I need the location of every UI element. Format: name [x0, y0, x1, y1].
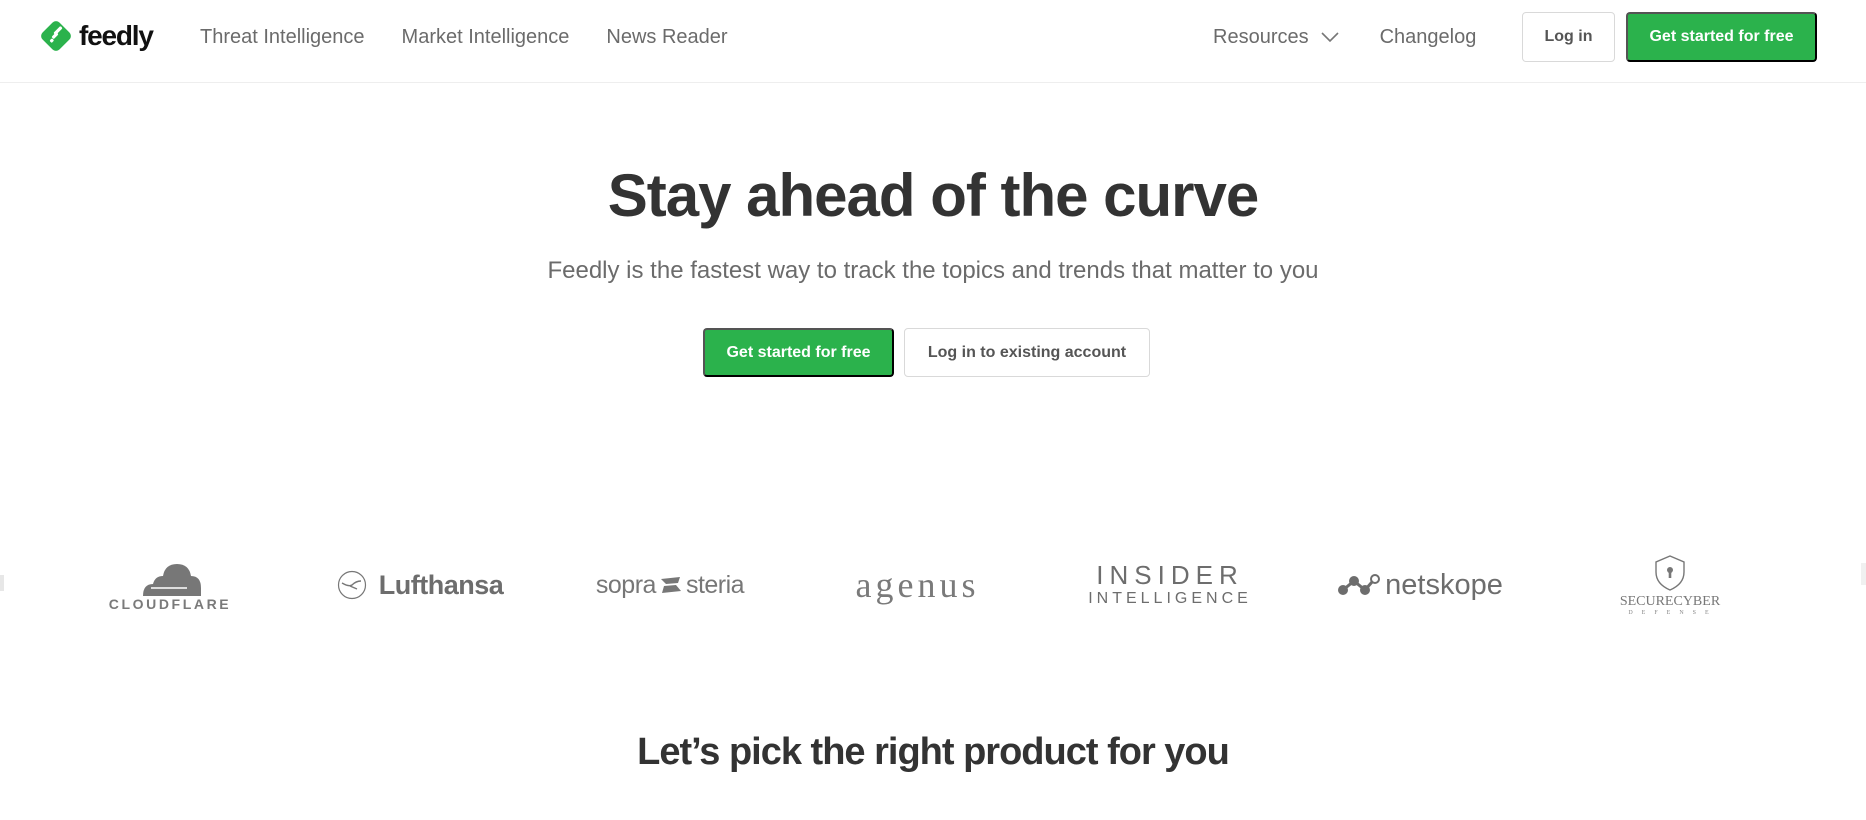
nav-threat-intelligence[interactable]: Threat Intelligence	[200, 24, 365, 50]
hero-subtitle: Feedly is the fastest way to track the t…	[547, 257, 1319, 284]
cloudflare-wordmark: CLOUDFLARE	[108, 596, 232, 612]
products-section-title: Let’s pick the right product for you	[637, 731, 1230, 773]
netskope-logo: netskope	[1330, 540, 1510, 630]
login-button[interactable]: Log in	[1522, 12, 1615, 62]
hero-title: Stay ahead of the curve	[607, 162, 1260, 229]
defense-text: DEFENSE	[1628, 610, 1718, 616]
sopra-text: sopra	[595, 570, 657, 599]
cloudflare-logo: CLOUDFLARE	[100, 540, 240, 630]
get-started-button[interactable]: Get started for free	[1626, 12, 1817, 62]
intelligence-text: INTELLIGENCE	[1088, 590, 1252, 607]
netskope-wordmark: netskope	[1385, 568, 1503, 601]
securecyber-defense-logo: SECURECYBER DEFENSE	[1615, 540, 1725, 630]
lufthansa-logo: Lufthansa	[330, 540, 510, 630]
steria-text: steria	[685, 570, 745, 599]
sopra-steria-logo: sopra steria	[580, 540, 760, 630]
nav-resources-dropdown[interactable]: Resources	[1213, 24, 1339, 50]
insider-text: INSIDER	[1096, 560, 1244, 590]
nav-changelog[interactable]: Changelog	[1380, 24, 1477, 50]
top-navigation-bar: feedly Threat Intelligence Market Intell…	[0, 0, 1866, 83]
feedly-logo-link[interactable]: feedly	[38, 18, 154, 54]
lufthansa-crane-icon	[337, 570, 366, 600]
hero-login-existing-button[interactable]: Log in to existing account	[904, 328, 1150, 377]
feedly-logo-icon	[41, 21, 71, 51]
customer-logos-carousel: CLOUDFLARE Lufthansa sopra steria agenus…	[0, 540, 1866, 630]
chevron-down-icon	[1321, 32, 1339, 43]
nav-news-reader[interactable]: News Reader	[606, 24, 727, 50]
shield-lock-icon	[1655, 555, 1685, 591]
feedly-wordmark: feedly	[79, 20, 154, 51]
resources-label: Resources	[1213, 26, 1309, 48]
securecyber-text: SECURECYBER	[1619, 594, 1721, 609]
nav-market-intelligence[interactable]: Market Intelligence	[402, 24, 570, 50]
hero-get-started-button[interactable]: Get started for free	[703, 328, 894, 377]
sopra-steria-mark-icon	[660, 577, 681, 593]
carousel-right-edge	[1861, 563, 1866, 585]
lufthansa-wordmark: Lufthansa	[378, 569, 504, 600]
insider-intelligence-logo: INSIDER INTELLIGENCE	[1085, 540, 1255, 630]
agenus-logo: agenus	[845, 540, 990, 630]
netskope-nodes-icon	[1338, 574, 1381, 595]
primary-nav: Threat Intelligence Market Intelligence …	[200, 24, 728, 50]
secondary-nav: Resources Changelog	[1213, 24, 1476, 50]
cloud-icon	[143, 564, 201, 596]
agenus-wordmark: agenus	[855, 565, 980, 605]
